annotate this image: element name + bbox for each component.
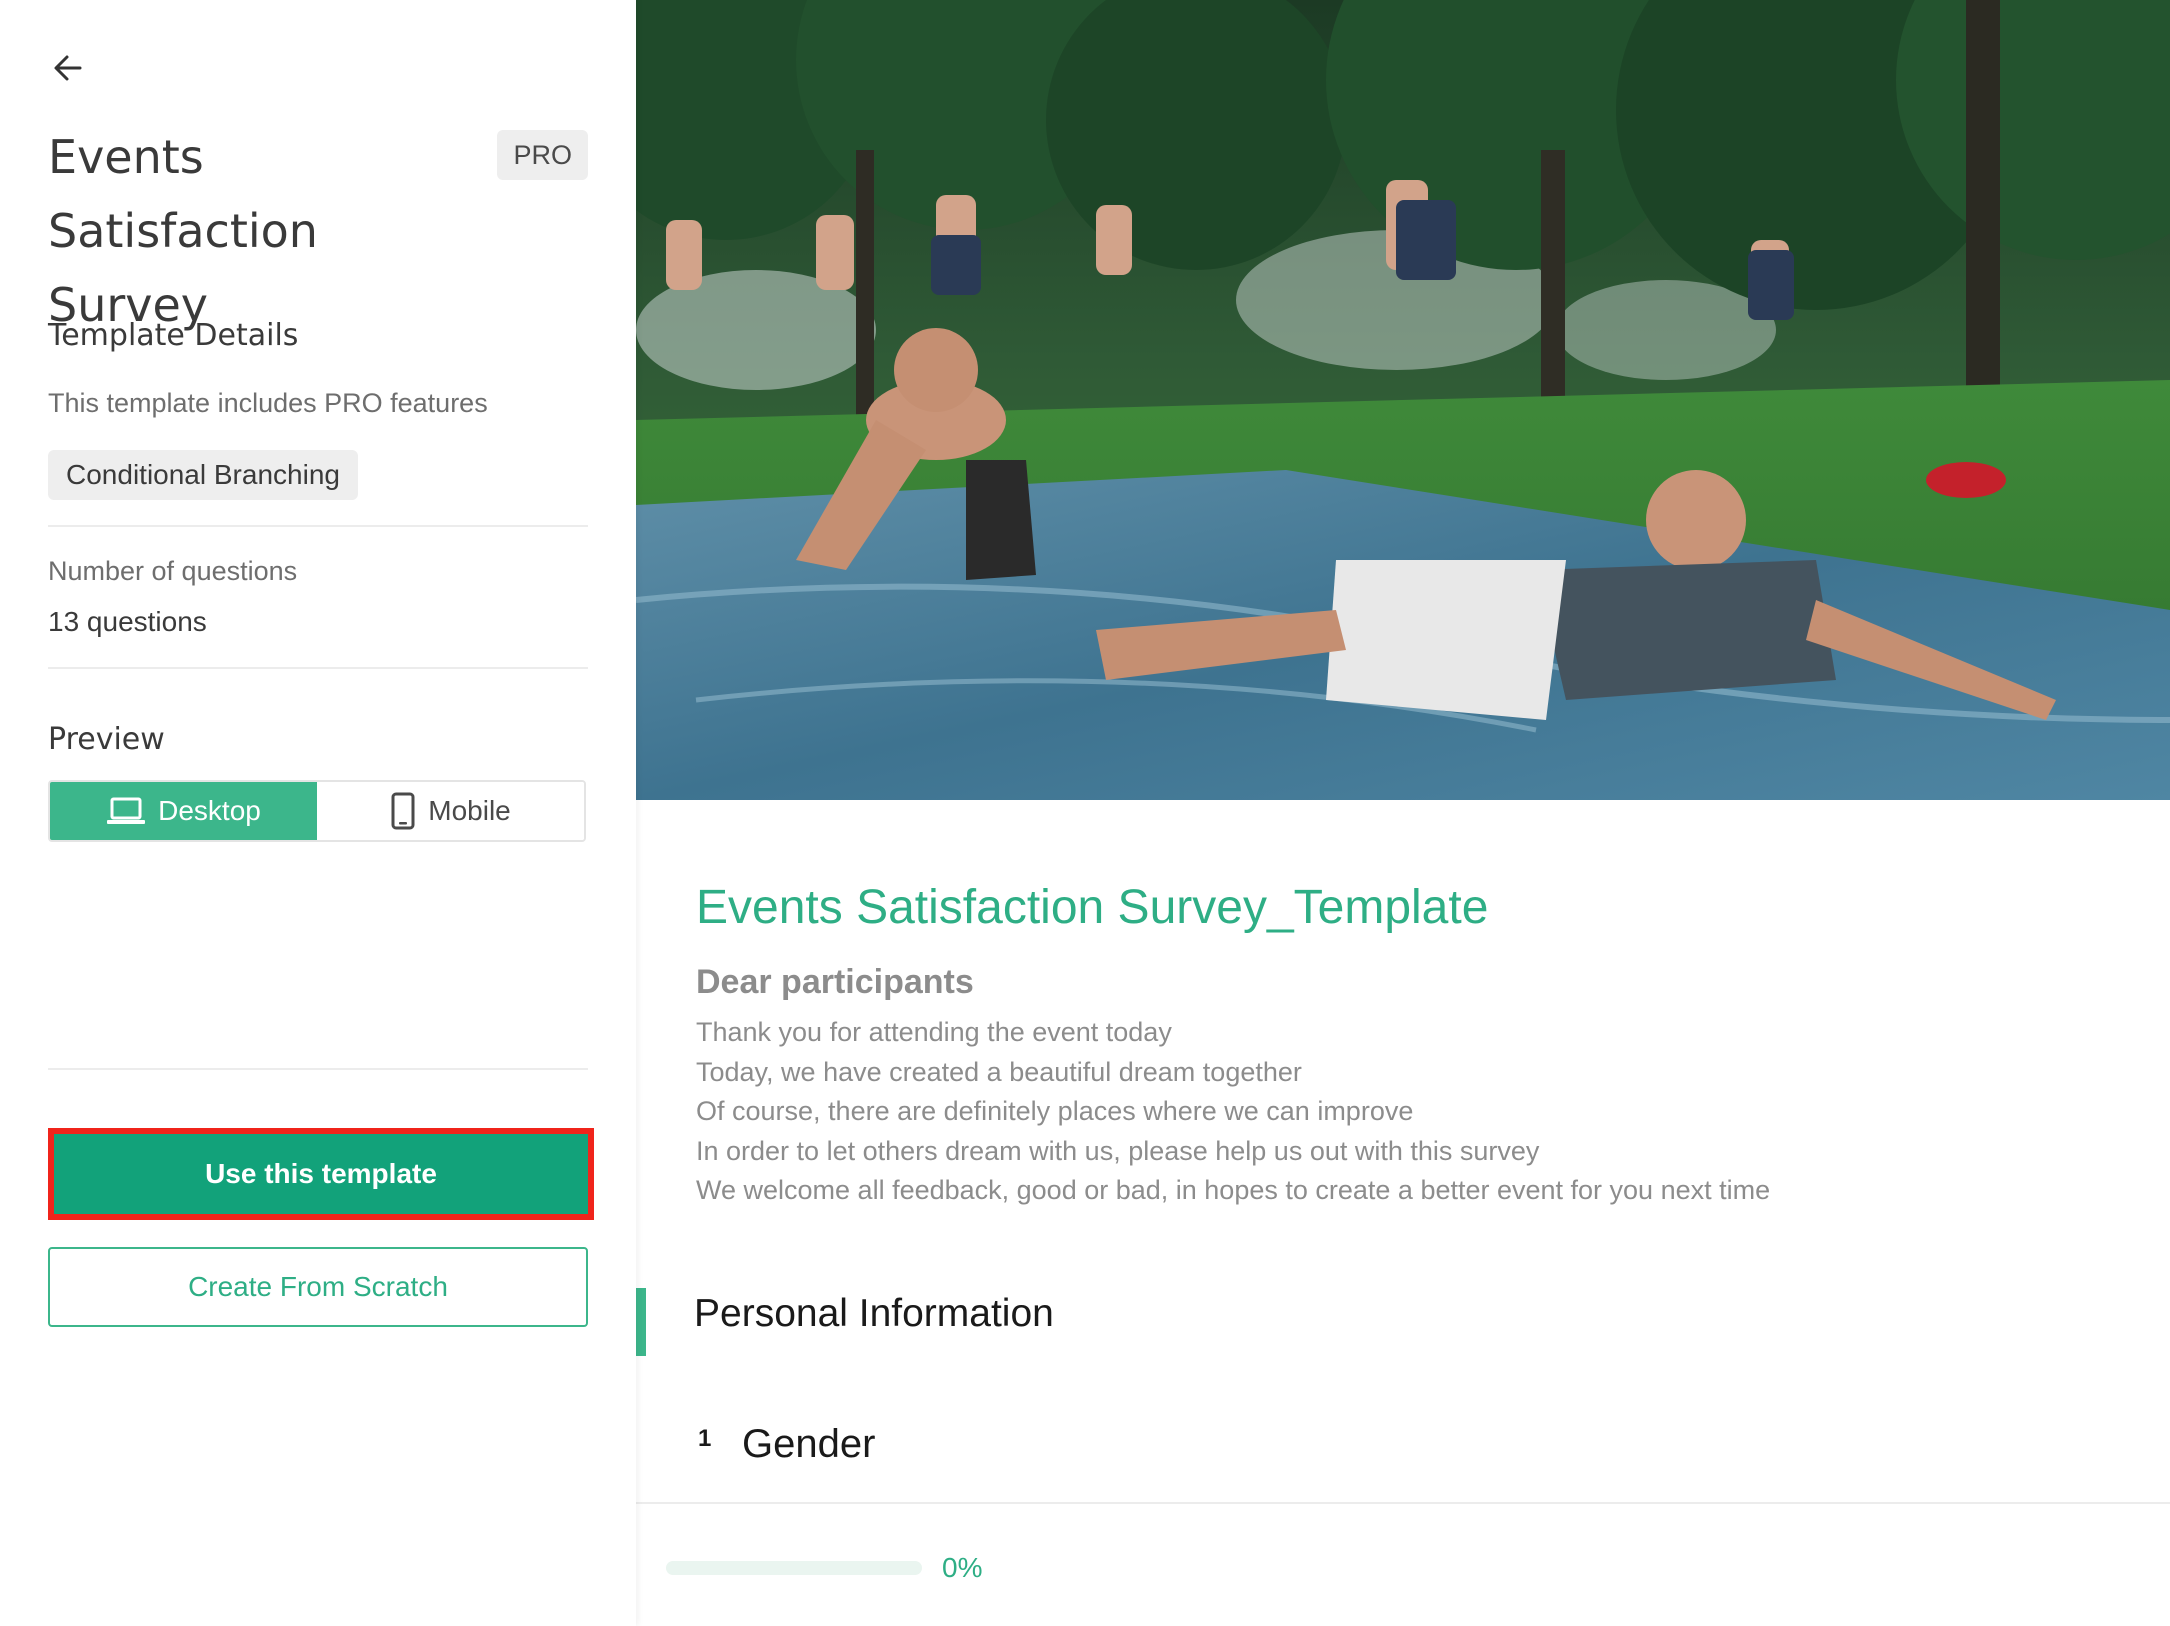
template-details-heading: Template Details — [48, 318, 299, 353]
desktop-label: Desktop — [158, 795, 261, 826]
divider — [48, 525, 588, 527]
preview-heading: Preview — [48, 722, 165, 757]
divider — [48, 667, 588, 669]
question-count-value: 13 questions — [48, 606, 207, 637]
title-row: Events Satisfaction Survey PRO — [48, 120, 588, 342]
intro-line: Of course, there are definitely places w… — [696, 1096, 1414, 1126]
section-title: Personal Information — [694, 1292, 1054, 1335]
create-from-scratch-button[interactable]: Create From Scratch — [48, 1247, 588, 1327]
template-sidebar: Events Satisfaction Survey PRO Template … — [0, 0, 636, 1626]
pro-badge: PRO — [497, 130, 588, 180]
intro-line: We welcome all feedback, good or bad, in… — [696, 1175, 1771, 1205]
mobile-label: Mobile — [428, 795, 511, 826]
intro-heading: Dear participants — [696, 963, 974, 1001]
intro-line: Today, we have created a beautiful dream… — [696, 1056, 1302, 1087]
use-template-button[interactable]: Use this template — [48, 1128, 594, 1220]
smartphone-icon — [391, 792, 415, 830]
pro-features-note: This template includes PRO features — [48, 388, 488, 418]
progress-percent: 0% — [942, 1552, 983, 1583]
intro-line: Thank you for attending the event today — [696, 1017, 1172, 1047]
arrow-left-icon — [54, 55, 82, 81]
survey-preview: Events Satisfaction Survey_Template Dear… — [636, 0, 2170, 1626]
form-title: Events Satisfaction Survey_Template — [696, 881, 1489, 934]
progress-bar — [666, 1561, 922, 1575]
laptop-icon — [107, 797, 146, 824]
question-text: Gender — [742, 1422, 876, 1466]
intro-text: Thank you for attending the event today … — [696, 1013, 1770, 1211]
cover-image — [636, 0, 2170, 800]
divider — [48, 1068, 588, 1070]
back-button[interactable] — [48, 48, 88, 88]
progress-footer: 0% — [636, 1502, 2170, 1626]
page-title: Events Satisfaction Survey — [48, 130, 318, 332]
question-count-label: Number of questions — [48, 556, 298, 586]
section-accent-bar — [636, 1288, 646, 1356]
preview-device-toggle: Desktop Mobile — [48, 780, 586, 842]
mobile-preview-button[interactable]: Mobile — [317, 782, 584, 840]
intro-line: In order to let others dream with us, pl… — [696, 1135, 1540, 1166]
feature-chip-conditional-branching: Conditional Branching — [48, 450, 358, 500]
desktop-preview-button[interactable]: Desktop — [50, 782, 317, 840]
question-number: 1 — [698, 1425, 712, 1452]
